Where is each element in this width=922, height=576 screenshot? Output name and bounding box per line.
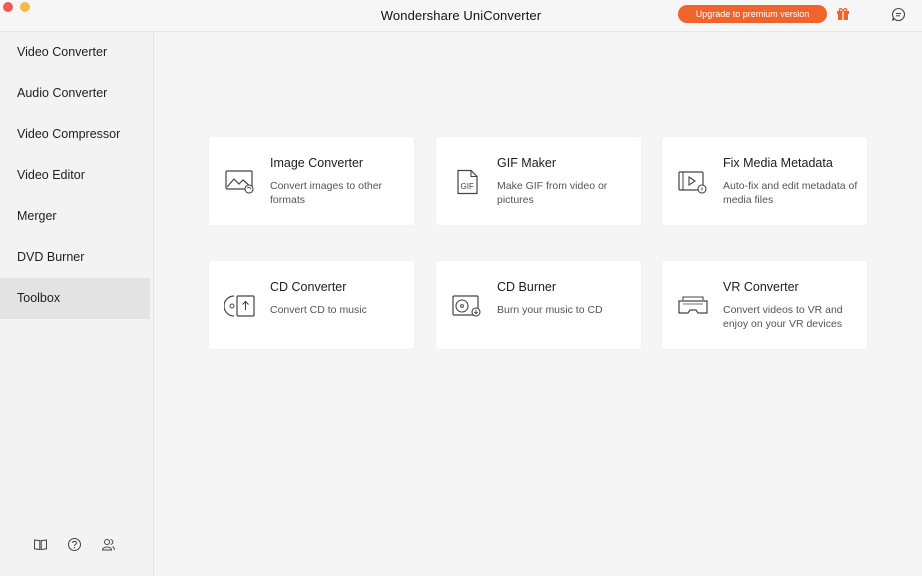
sidebar-item-dvd-burner[interactable]: DVD Burner	[0, 237, 150, 278]
cd-converter-icon	[224, 295, 255, 317]
card-description: Make GIF from video or pictures	[497, 180, 608, 206]
metadata-icon	[678, 171, 707, 194]
image-converter-icon	[225, 170, 254, 194]
feedback-icon[interactable]	[891, 7, 906, 22]
help-icon[interactable]	[67, 537, 82, 552]
sidebar-item-toolbox[interactable]: Toolbox	[0, 278, 150, 319]
sidebar-item-merger[interactable]: Merger	[0, 196, 150, 237]
card-description: Auto-fix and edit metadata of media file…	[723, 180, 858, 206]
cd-burner-icon	[452, 295, 481, 317]
gif-icon: GIF	[457, 169, 478, 195]
card-gif-maker[interactable]: GIF GIF Maker Make GIF from video or pic…	[436, 137, 641, 225]
card-cd-burner[interactable]: CD Burner Burn your music to CD	[436, 261, 641, 349]
vr-icon	[678, 296, 708, 314]
card-description: Burn your music to CD	[497, 304, 603, 316]
card-title: CD Converter	[270, 280, 347, 294]
card-description: Convert videos to VR and enjoy on your V…	[723, 304, 843, 330]
card-title: VR Converter	[723, 280, 799, 294]
card-title: Image Converter	[270, 156, 364, 170]
card-description: Convert images to other formats	[270, 180, 383, 206]
book-icon[interactable]	[33, 537, 48, 552]
card-description: Convert CD to music	[270, 304, 367, 316]
sidebar-item-video-compressor[interactable]: Video Compressor	[0, 114, 150, 155]
card-vr-converter[interactable]: VR Converter Convert videos to VR and en…	[662, 261, 867, 349]
card-fix-media-metadata[interactable]: Fix Media Metadata Auto-fix and edit met…	[662, 137, 867, 225]
card-image-converter[interactable]: Image Converter Convert images to other …	[209, 137, 414, 225]
upgrade-button[interactable]: Upgrade to premium version	[678, 5, 827, 23]
sidebar: Video Converter Audio Converter Video Co…	[0, 32, 154, 576]
sidebar-item-video-editor[interactable]: Video Editor	[0, 155, 150, 196]
sidebar-item-video-converter[interactable]: Video Converter	[0, 32, 150, 73]
sidebar-item-audio-converter[interactable]: Audio Converter	[0, 73, 150, 114]
gift-icon[interactable]	[836, 7, 850, 21]
card-title: GIF Maker	[497, 156, 557, 170]
account-icon[interactable]	[101, 537, 116, 552]
card-title: CD Burner	[497, 280, 557, 294]
card-title: Fix Media Metadata	[723, 156, 833, 170]
card-cd-converter[interactable]: CD Converter Convert CD to music	[209, 261, 414, 349]
svg-text:GIF: GIF	[461, 182, 474, 191]
title-bar: Wondershare UniConverter Upgrade to prem…	[0, 0, 922, 32]
